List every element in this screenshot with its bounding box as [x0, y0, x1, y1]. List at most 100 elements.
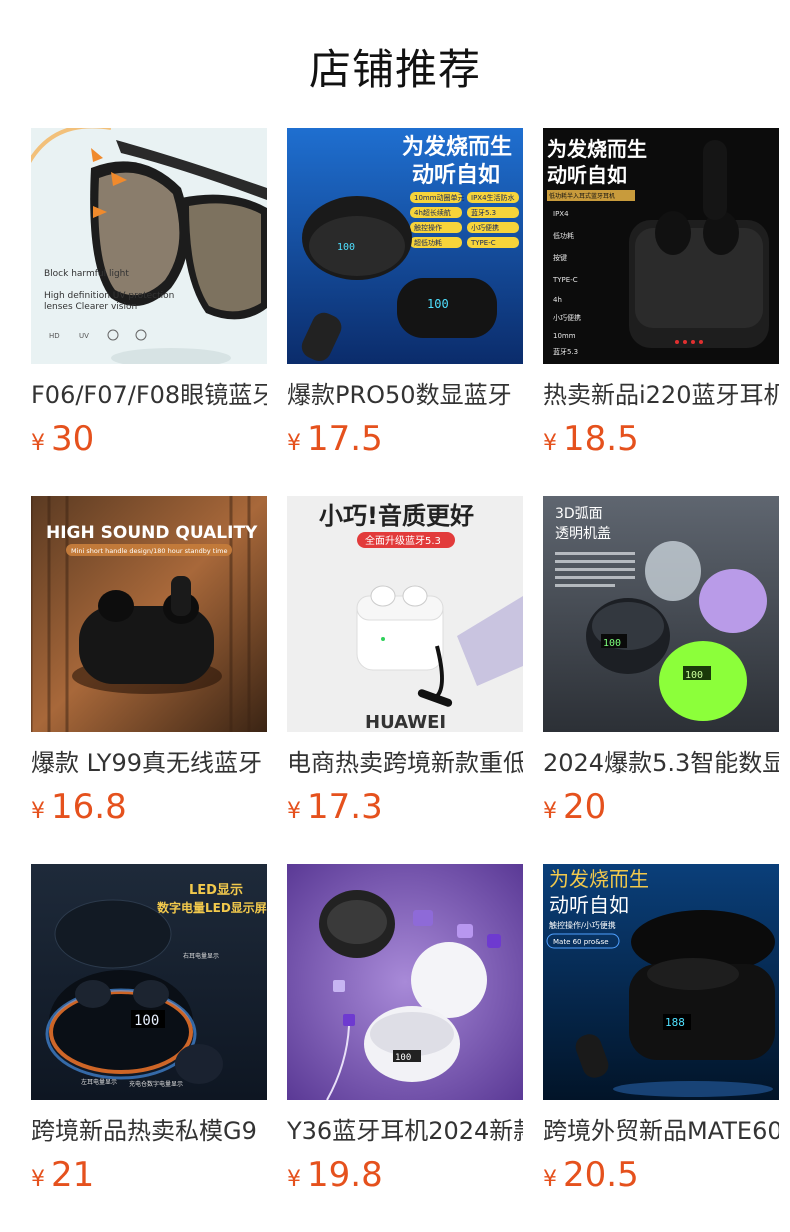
product-name[interactable]: 跨境新品热卖私模G9	[31, 1115, 267, 1147]
price-value: 16.8	[51, 787, 127, 827]
product-name[interactable]: 跨境外贸新品MATE60	[543, 1115, 779, 1147]
currency-symbol: ¥	[31, 799, 45, 824]
product-card[interactable]: 小巧!音质更好 全面升级蓝牙5.3 HUAWEI 电商热卖跨境新款重低音 ¥17…	[287, 496, 523, 827]
image-caption: 动听自如	[547, 163, 627, 187]
product-name[interactable]: F06/F07/F08眼镜蓝牙	[31, 379, 267, 411]
image-caption: 为发烧而生	[402, 134, 512, 160]
product-image[interactable]: 小巧!音质更好 全面升级蓝牙5.3 HUAWEI	[287, 496, 523, 732]
price-value: 17.5	[307, 419, 383, 459]
image-caption: 100	[395, 1053, 411, 1063]
image-caption: 10mm	[553, 332, 576, 340]
product-price: ¥21	[31, 1155, 267, 1195]
image-caption: 小巧!音质更好	[319, 502, 474, 530]
image-caption: 10mm动圈单元	[414, 193, 465, 202]
product-price: ¥20.5	[543, 1155, 779, 1195]
product-image[interactable]: 100	[287, 864, 523, 1100]
image-caption: HUAWEI	[365, 712, 446, 732]
image-caption: Block harmful light	[44, 269, 129, 279]
product-card[interactable]: 100 Y36蓝牙耳机2024新款 ¥19.8	[287, 864, 523, 1195]
product-card[interactable]: 为发烧而生 动听自如 低功耗半入耳式蓝牙耳机 IPX4 低功耗 按键 TYPE-…	[543, 128, 779, 459]
image-caption: 右耳电量显示	[183, 952, 219, 960]
image-caption: High definition UV protection	[44, 291, 174, 301]
image-caption: 100	[685, 670, 703, 681]
product-card[interactable]: LED显示 数字电量LED显示屏 100 右耳电量显示 左耳电量显示 充电仓数字…	[31, 864, 267, 1195]
product-image[interactable]: 3D弧面 透明机盖 100 100	[543, 496, 779, 732]
product-card[interactable]: 为发烧而生 动听自如 触控操作/小巧便携 Mate 60 pro&se 188 …	[543, 864, 779, 1195]
image-caption: 动听自如	[549, 893, 629, 917]
image-caption: 触控操作/小巧便携	[549, 920, 616, 930]
image-caption: 全面升级蓝牙5.3	[365, 534, 441, 547]
product-name[interactable]: 电商热卖跨境新款重低音	[287, 747, 523, 779]
product-card[interactable]: Block harmful light High definition UV p…	[31, 128, 267, 459]
image-caption: 100	[337, 242, 355, 253]
image-caption: 蓝牙5.3	[553, 347, 578, 356]
image-caption: 为发烧而生	[549, 867, 649, 891]
image-caption: LED显示	[189, 883, 243, 898]
image-caption: Mate 60 pro&se	[553, 938, 609, 946]
product-price: ¥18.5	[543, 419, 779, 459]
currency-symbol: ¥	[543, 431, 557, 456]
image-caption: 3D弧面	[555, 506, 603, 522]
price-value: 20	[563, 787, 607, 827]
product-card[interactable]: HIGH SOUND QUALITY Mini short handle des…	[31, 496, 267, 827]
image-caption: 小巧便携	[471, 223, 499, 232]
product-image[interactable]: HIGH SOUND QUALITY Mini short handle des…	[31, 496, 267, 732]
image-caption: 为发烧而生	[547, 137, 647, 161]
product-card[interactable]: 为发烧而生 动听自如 10mm动圈单元 IPX4生活防水 4h超长续航 蓝牙5.…	[287, 128, 523, 459]
page-title: 店铺推荐	[308, 45, 481, 94]
image-caption: 4h超长续航	[414, 208, 451, 217]
product-price: ¥20	[543, 787, 779, 827]
image-caption: 100	[427, 297, 449, 311]
image-caption: IPX4	[553, 210, 569, 218]
image-caption: 动听自如	[412, 162, 500, 188]
price-value: 30	[51, 419, 95, 459]
image-caption: 低功耗	[553, 231, 574, 240]
product-image[interactable]: 为发烧而生 动听自如 低功耗半入耳式蓝牙耳机 IPX4 低功耗 按键 TYPE-…	[543, 128, 779, 364]
image-caption: 100	[603, 638, 621, 649]
product-name[interactable]: 2024爆款5.3智能数显	[543, 747, 779, 779]
product-price: ¥17.3	[287, 787, 523, 827]
image-caption: Mini short handle design/180 hour standb…	[71, 547, 227, 555]
price-value: 17.3	[307, 787, 383, 827]
image-caption: 超低功耗	[414, 238, 442, 247]
image-caption: lenses Clearer vision	[44, 302, 137, 312]
image-caption: UV	[79, 332, 89, 340]
currency-symbol: ¥	[543, 799, 557, 824]
product-image[interactable]: 为发烧而生 动听自如 10mm动圈单元 IPX4生活防水 4h超长续航 蓝牙5.…	[287, 128, 523, 364]
product-name[interactable]: 爆款 LY99真无线蓝牙	[31, 747, 267, 779]
image-caption: 188	[665, 1016, 685, 1029]
image-caption: 数字电量LED显示屏	[157, 900, 267, 915]
currency-symbol: ¥	[287, 1167, 301, 1192]
currency-symbol: ¥	[543, 1167, 557, 1192]
product-price: ¥19.8	[287, 1155, 523, 1195]
image-caption: 100	[134, 1013, 159, 1029]
image-caption: 透明机盖	[555, 526, 611, 542]
product-card[interactable]: 3D弧面 透明机盖 100 100 2024爆款5.3智能数显 ¥20	[543, 496, 779, 827]
currency-symbol: ¥	[31, 1167, 45, 1192]
image-caption: HIGH SOUND QUALITY	[46, 523, 258, 543]
price-value: 21	[51, 1155, 95, 1195]
product-name[interactable]: 热卖新品i220蓝牙耳机	[543, 379, 779, 411]
product-image[interactable]: Block harmful light High definition UV p…	[31, 128, 267, 364]
image-caption: IPX4生活防水	[471, 193, 515, 202]
image-caption: 触控操作	[414, 223, 442, 232]
image-caption: 左耳电量显示	[81, 1078, 117, 1086]
image-caption: 按键	[553, 253, 567, 262]
product-image[interactable]: 为发烧而生 动听自如 触控操作/小巧便携 Mate 60 pro&se 188	[543, 864, 779, 1100]
product-price: ¥17.5	[287, 419, 523, 459]
currency-symbol: ¥	[287, 431, 301, 456]
product-price: ¥30	[31, 419, 267, 459]
image-caption: TYPE-C	[552, 276, 578, 284]
image-caption: 小巧便携	[553, 313, 581, 322]
product-image[interactable]: LED显示 数字电量LED显示屏 100 右耳电量显示 左耳电量显示 充电仓数字…	[31, 864, 267, 1100]
currency-symbol: ¥	[287, 799, 301, 824]
image-caption: HD	[49, 332, 60, 340]
image-caption: 充电仓数字电量显示	[129, 1080, 183, 1088]
image-caption: 4h	[553, 296, 562, 304]
image-caption: 蓝牙5.3	[471, 208, 496, 217]
product-price: ¥16.8	[31, 787, 267, 827]
product-name[interactable]: Y36蓝牙耳机2024新款	[287, 1115, 523, 1147]
currency-symbol: ¥	[31, 431, 45, 456]
product-name[interactable]: 爆款PRO50数显蓝牙	[287, 379, 523, 411]
price-value: 20.5	[563, 1155, 639, 1195]
